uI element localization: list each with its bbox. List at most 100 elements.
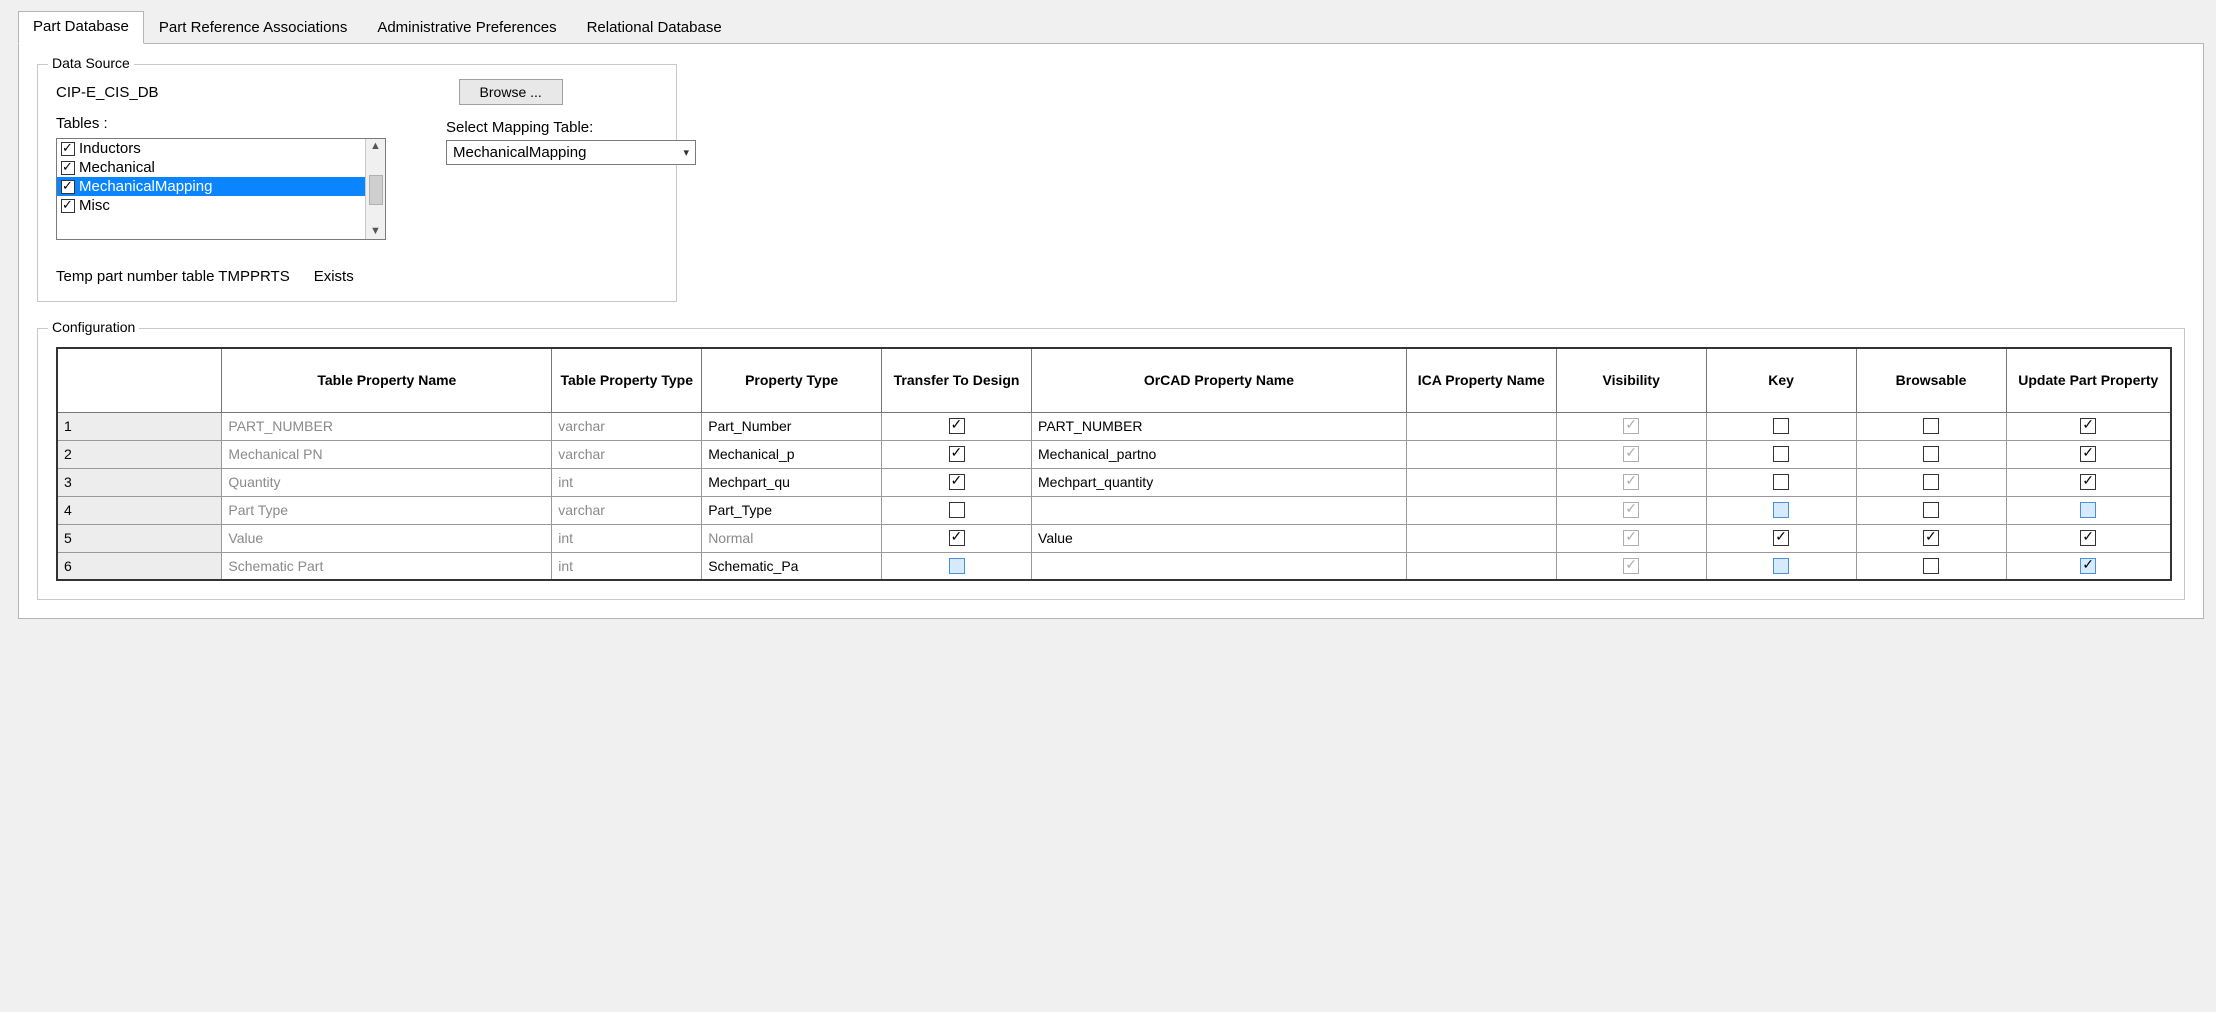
cell-transfer-to-design[interactable] [882,552,1032,580]
cell-browsable[interactable] [1856,552,2006,580]
cell-property-type[interactable]: Part_Number [702,412,882,440]
checkbox[interactable] [949,474,965,490]
cell-orcad-property-name[interactable]: Value [1032,524,1407,552]
cell-visibility[interactable] [1556,440,1706,468]
cell-property-type[interactable]: Mechanical_p [702,440,882,468]
cell-key[interactable] [1706,496,1856,524]
table-row[interactable]: 4Part TypevarcharPart_Type [57,496,2171,524]
tab-relational-database[interactable]: Relational Database [572,12,737,44]
col-header-update-part-property[interactable]: Update Part Property [2006,348,2171,412]
checkbox-icon[interactable] [61,199,75,213]
cell-update-part-property[interactable] [2006,412,2171,440]
cell-key[interactable] [1706,412,1856,440]
table-row[interactable]: 1PART_NUMBERvarcharPart_NumberPART_NUMBE… [57,412,2171,440]
cell-key[interactable] [1706,440,1856,468]
cell-browsable[interactable] [1856,468,2006,496]
checkbox[interactable] [1923,530,1939,546]
cell-transfer-to-design[interactable] [882,412,1032,440]
cell-visibility[interactable] [1556,468,1706,496]
checkbox[interactable] [1923,474,1939,490]
tables-scrollbar[interactable]: ▲ ▼ [365,139,385,239]
scroll-thumb[interactable] [369,175,383,205]
col-header-table-property-name[interactable]: Table Property Name [222,348,552,412]
checkbox[interactable] [949,558,965,574]
cell-key[interactable] [1706,524,1856,552]
cell-property-type[interactable]: Mechpart_qu [702,468,882,496]
cell-visibility[interactable] [1556,496,1706,524]
checkbox[interactable] [2080,502,2096,518]
cell-table-property-type[interactable]: varchar [552,412,702,440]
tab-administrative-preferences[interactable]: Administrative Preferences [362,12,571,44]
cell-table-property-name[interactable]: Mechanical PN [222,440,552,468]
cell-table-property-name[interactable]: Schematic Part [222,552,552,580]
cell-ica-property-name[interactable] [1406,524,1556,552]
cell-orcad-property-name[interactable] [1032,496,1407,524]
table-row[interactable]: 6Schematic PartintSchematic_Pa [57,552,2171,580]
checkbox[interactable] [2080,474,2096,490]
row-number-cell[interactable]: 4 [57,496,222,524]
checkbox[interactable] [1923,446,1939,462]
row-number-cell[interactable]: 3 [57,468,222,496]
cell-ica-property-name[interactable] [1406,468,1556,496]
cell-transfer-to-design[interactable] [882,468,1032,496]
cell-visibility[interactable] [1556,524,1706,552]
configuration-table[interactable]: Table Property Name Table Property Type … [56,347,2172,581]
col-header-key[interactable]: Key [1706,348,1856,412]
checkbox[interactable] [1623,474,1639,490]
cell-update-part-property[interactable] [2006,552,2171,580]
cell-table-property-type[interactable]: int [552,468,702,496]
cell-table-property-name[interactable]: PART_NUMBER [222,412,552,440]
cell-browsable[interactable] [1856,496,2006,524]
cell-visibility[interactable] [1556,552,1706,580]
col-header-browsable[interactable]: Browsable [1856,348,2006,412]
table-row[interactable]: 3QuantityintMechpart_quMechpart_quantity [57,468,2171,496]
cell-visibility[interactable] [1556,412,1706,440]
cell-ica-property-name[interactable] [1406,552,1556,580]
tab-part-database[interactable]: Part Database [18,11,144,44]
cell-update-part-property[interactable] [2006,496,2171,524]
row-number-cell[interactable]: 5 [57,524,222,552]
cell-browsable[interactable] [1856,524,2006,552]
col-header-transfer-to-design[interactable]: Transfer To Design [882,348,1032,412]
list-item[interactable]: Mechanical [57,158,365,177]
col-header-table-property-type[interactable]: Table Property Type [552,348,702,412]
cell-property-type[interactable]: Schematic_Pa [702,552,882,580]
cell-orcad-property-name[interactable]: Mechpart_quantity [1032,468,1407,496]
checkbox[interactable] [949,446,965,462]
checkbox-icon[interactable] [61,180,75,194]
checkbox[interactable] [1773,474,1789,490]
checkbox[interactable] [949,530,965,546]
checkbox[interactable] [1623,558,1639,574]
col-header-visibility[interactable]: Visibility [1556,348,1706,412]
cell-key[interactable] [1706,552,1856,580]
cell-table-property-type[interactable]: int [552,524,702,552]
checkbox[interactable] [1773,446,1789,462]
cell-property-type[interactable]: Part_Type [702,496,882,524]
cell-browsable[interactable] [1856,412,2006,440]
cell-table-property-name[interactable]: Value [222,524,552,552]
cell-browsable[interactable] [1856,440,2006,468]
row-number-cell[interactable]: 1 [57,412,222,440]
checkbox[interactable] [949,502,965,518]
mapping-table-select[interactable]: MechanicalMapping ▾ [446,140,696,165]
checkbox[interactable] [1623,502,1639,518]
table-row[interactable]: 5ValueintNormalValue [57,524,2171,552]
tables-listbox[interactable]: InductorsMechanicalMechanicalMappingMisc… [56,138,386,240]
col-header-property-type[interactable]: Property Type [702,348,882,412]
checkbox[interactable] [2080,446,2096,462]
cell-transfer-to-design[interactable] [882,524,1032,552]
cell-update-part-property[interactable] [2006,468,2171,496]
checkbox[interactable] [1623,530,1639,546]
checkbox-icon[interactable] [61,161,75,175]
checkbox[interactable] [1773,530,1789,546]
cell-orcad-property-name[interactable] [1032,552,1407,580]
scroll-down-icon[interactable]: ▼ [370,226,381,237]
checkbox[interactable] [2080,418,2096,434]
list-item[interactable]: Misc [57,196,365,215]
cell-table-property-type[interactable]: int [552,552,702,580]
col-header-ica-property-name[interactable]: ICA Property Name [1406,348,1556,412]
table-row[interactable]: 2Mechanical PNvarcharMechanical_pMechani… [57,440,2171,468]
cell-update-part-property[interactable] [2006,440,2171,468]
cell-update-part-property[interactable] [2006,524,2171,552]
list-item[interactable]: Inductors [57,139,365,158]
